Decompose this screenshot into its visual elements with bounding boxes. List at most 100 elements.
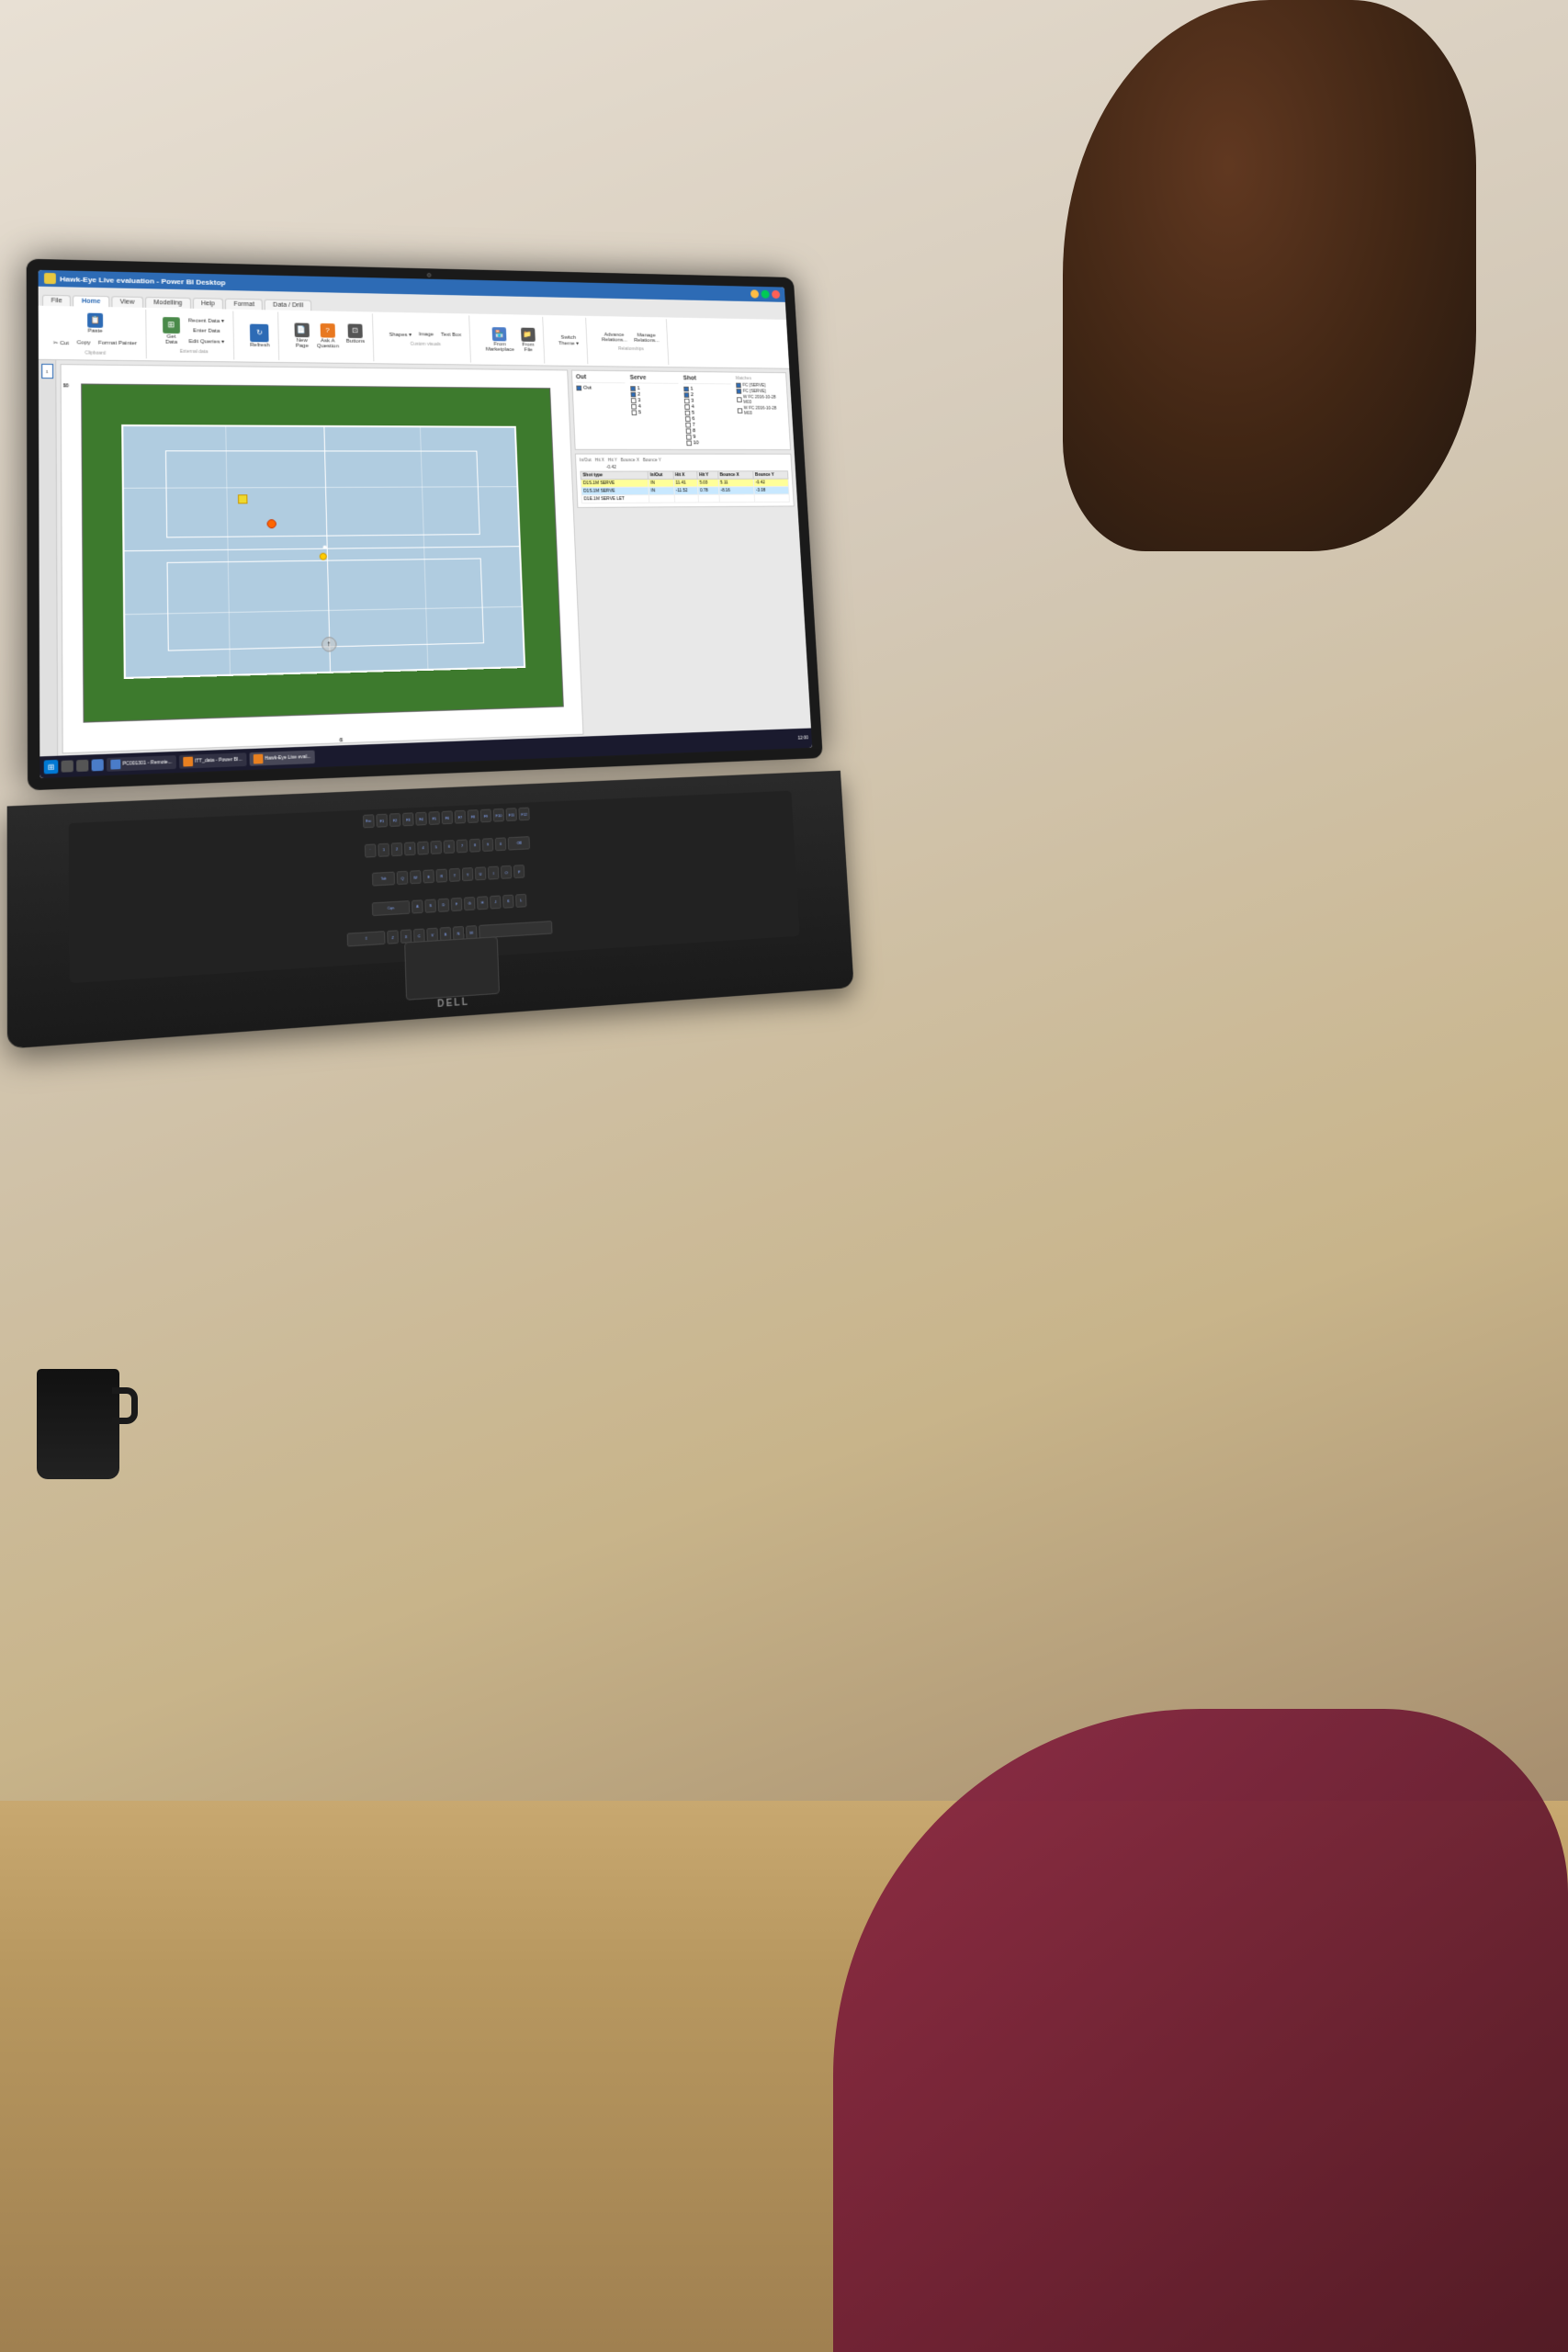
checkbox-shot-10[interactable]	[686, 441, 692, 447]
checkbox-serve-4[interactable]	[631, 404, 637, 410]
key-i[interactable]: I	[488, 866, 500, 880]
checkbox-shot-1[interactable]	[683, 387, 689, 392]
key-f3[interactable]: F3	[402, 812, 414, 826]
tab-data-drill[interactable]: Data / Drill	[265, 300, 311, 311]
key-8[interactable]: 8	[469, 838, 481, 852]
key-a[interactable]: A	[412, 899, 423, 913]
minimize-button[interactable]	[750, 289, 759, 298]
taskbar-powerbi-2[interactable]: Hawk-Eye Live eval...	[249, 751, 314, 766]
match-cb-1[interactable]	[736, 383, 741, 389]
key-g[interactable]: G	[464, 897, 476, 910]
buttons-button[interactable]: ⊡ Buttons	[343, 322, 367, 351]
checkbox-shot-4[interactable]	[684, 404, 690, 410]
key-q[interactable]: Q	[397, 871, 409, 885]
key-9[interactable]: 9	[482, 838, 494, 852]
key-o[interactable]: O	[501, 865, 512, 879]
checkbox-shot-8[interactable]	[686, 428, 692, 434]
manage-button[interactable]: ManageRelations...	[631, 331, 662, 345]
close-button[interactable]	[772, 290, 780, 299]
key-y[interactable]: Y	[462, 867, 474, 881]
tab-home[interactable]: Home	[73, 295, 109, 307]
checkbox-shot-9[interactable]	[686, 435, 692, 440]
shapes-button[interactable]: Shapes ▾	[386, 329, 414, 339]
key-f[interactable]: F	[451, 898, 463, 911]
key-f4[interactable]: F4	[415, 812, 427, 826]
checkbox-shot-6[interactable]	[685, 416, 691, 422]
text-box-button[interactable]: Text Box	[438, 330, 464, 340]
from-marketplace-button[interactable]: 🏪 FromMarketplace	[482, 325, 517, 355]
table-row[interactable]: D1E.1M SERVE LET	[581, 494, 789, 503]
advance-button[interactable]: AdvanceRelations...	[599, 331, 630, 345]
checkbox-serve-5[interactable]	[631, 410, 637, 415]
tab-format[interactable]: Format	[225, 299, 263, 310]
checkbox-shot-7[interactable]	[685, 423, 691, 428]
edit-queries-button[interactable]: Edit Queries ▾	[186, 336, 228, 346]
enter-data-button[interactable]: Enter Data	[186, 326, 228, 336]
taskbar-powerbi-1[interactable]: ITT_data - Power BI...	[179, 752, 247, 768]
taskbar-icon-ie[interactable]	[92, 759, 104, 771]
filter-out[interactable]: Out	[576, 386, 626, 391]
key-f11[interactable]: F11	[506, 808, 517, 821]
key-f2[interactable]: F2	[389, 813, 401, 827]
page-thumbnail[interactable]: 1	[41, 364, 53, 379]
taskbar-icon-search[interactable]	[62, 760, 73, 772]
checkbox-serve-1[interactable]	[630, 386, 636, 391]
recent-data-button[interactable]: Recent Data ▾	[186, 316, 228, 327]
key-d[interactable]: D	[438, 898, 450, 911]
ask-question-button[interactable]: ? Ask AQuestion	[313, 321, 342, 350]
start-button[interactable]: ⊞	[44, 760, 59, 775]
key-h[interactable]: H	[477, 896, 489, 910]
key-0[interactable]: 0	[495, 837, 506, 851]
key-f1[interactable]: F1	[376, 814, 388, 828]
key-f7[interactable]: F7	[455, 810, 467, 824]
switch-theme-button[interactable]: SwitchTheme ▾	[556, 333, 581, 347]
key-tab[interactable]: Tab	[372, 872, 395, 887]
key-backspace[interactable]: ⌫	[508, 836, 530, 850]
checkbox-serve-2[interactable]	[631, 392, 637, 398]
checkbox-shot-5[interactable]	[685, 411, 691, 416]
tab-help[interactable]: Help	[193, 298, 224, 309]
tab-file[interactable]: File	[42, 295, 71, 307]
key-2[interactable]: 2	[391, 842, 403, 856]
maximize-button[interactable]	[761, 290, 769, 299]
key-j[interactable]: J	[490, 895, 502, 909]
key-6[interactable]: 6	[444, 840, 456, 854]
key-k[interactable]: K	[502, 894, 514, 908]
copy-button[interactable]: Copy	[73, 338, 93, 348]
checkbox-serve-3[interactable]	[631, 398, 637, 403]
key-f9[interactable]: F9	[480, 808, 491, 822]
key-u[interactable]: U	[475, 866, 487, 880]
key-caps[interactable]: Caps	[372, 900, 411, 916]
get-data-button[interactable]: ⊞ GetData	[160, 315, 183, 347]
key-f10[interactable]: F10	[493, 808, 504, 822]
key-t[interactable]: T	[449, 868, 461, 882]
from-file-button[interactable]: 📁 FromFile	[518, 325, 538, 354]
format-painter-button[interactable]: Format Painter	[96, 338, 140, 349]
key-w[interactable]: W	[410, 870, 422, 884]
match-cb-3[interactable]	[737, 397, 742, 402]
cut-button[interactable]: ✂ Cut	[51, 337, 73, 347]
tab-view[interactable]: View	[111, 296, 143, 308]
key-shift-l[interactable]: ⇧	[347, 932, 386, 947]
match-cb-4[interactable]	[738, 408, 743, 413]
key-e[interactable]: E	[423, 870, 434, 884]
taskbar-icon-cortana[interactable]	[76, 760, 88, 772]
key-p[interactable]: P	[513, 865, 525, 878]
key-l[interactable]: L	[515, 894, 526, 908]
key-f12[interactable]: F12	[518, 808, 529, 821]
key-esc[interactable]: Esc	[363, 814, 375, 828]
image-button[interactable]: Image	[416, 330, 436, 340]
key-1[interactable]: 1	[378, 842, 389, 856]
new-page-button[interactable]: 📄 NewPage	[291, 321, 312, 350]
tab-modelling[interactable]: Modelling	[145, 297, 191, 309]
key-z[interactable]: Z	[387, 931, 399, 944]
key-s[interactable]: S	[424, 899, 436, 912]
key-f8[interactable]: F8	[468, 809, 479, 823]
taskbar-remote[interactable]: PC001301 - Remote...	[107, 755, 176, 772]
key-r[interactable]: R	[435, 869, 447, 883]
key-f6[interactable]: F6	[442, 810, 454, 824]
window-controls[interactable]	[750, 289, 780, 299]
key-backtick[interactable]: `	[365, 843, 377, 857]
key-4[interactable]: 4	[417, 841, 429, 854]
key-3[interactable]: 3	[404, 842, 416, 855]
